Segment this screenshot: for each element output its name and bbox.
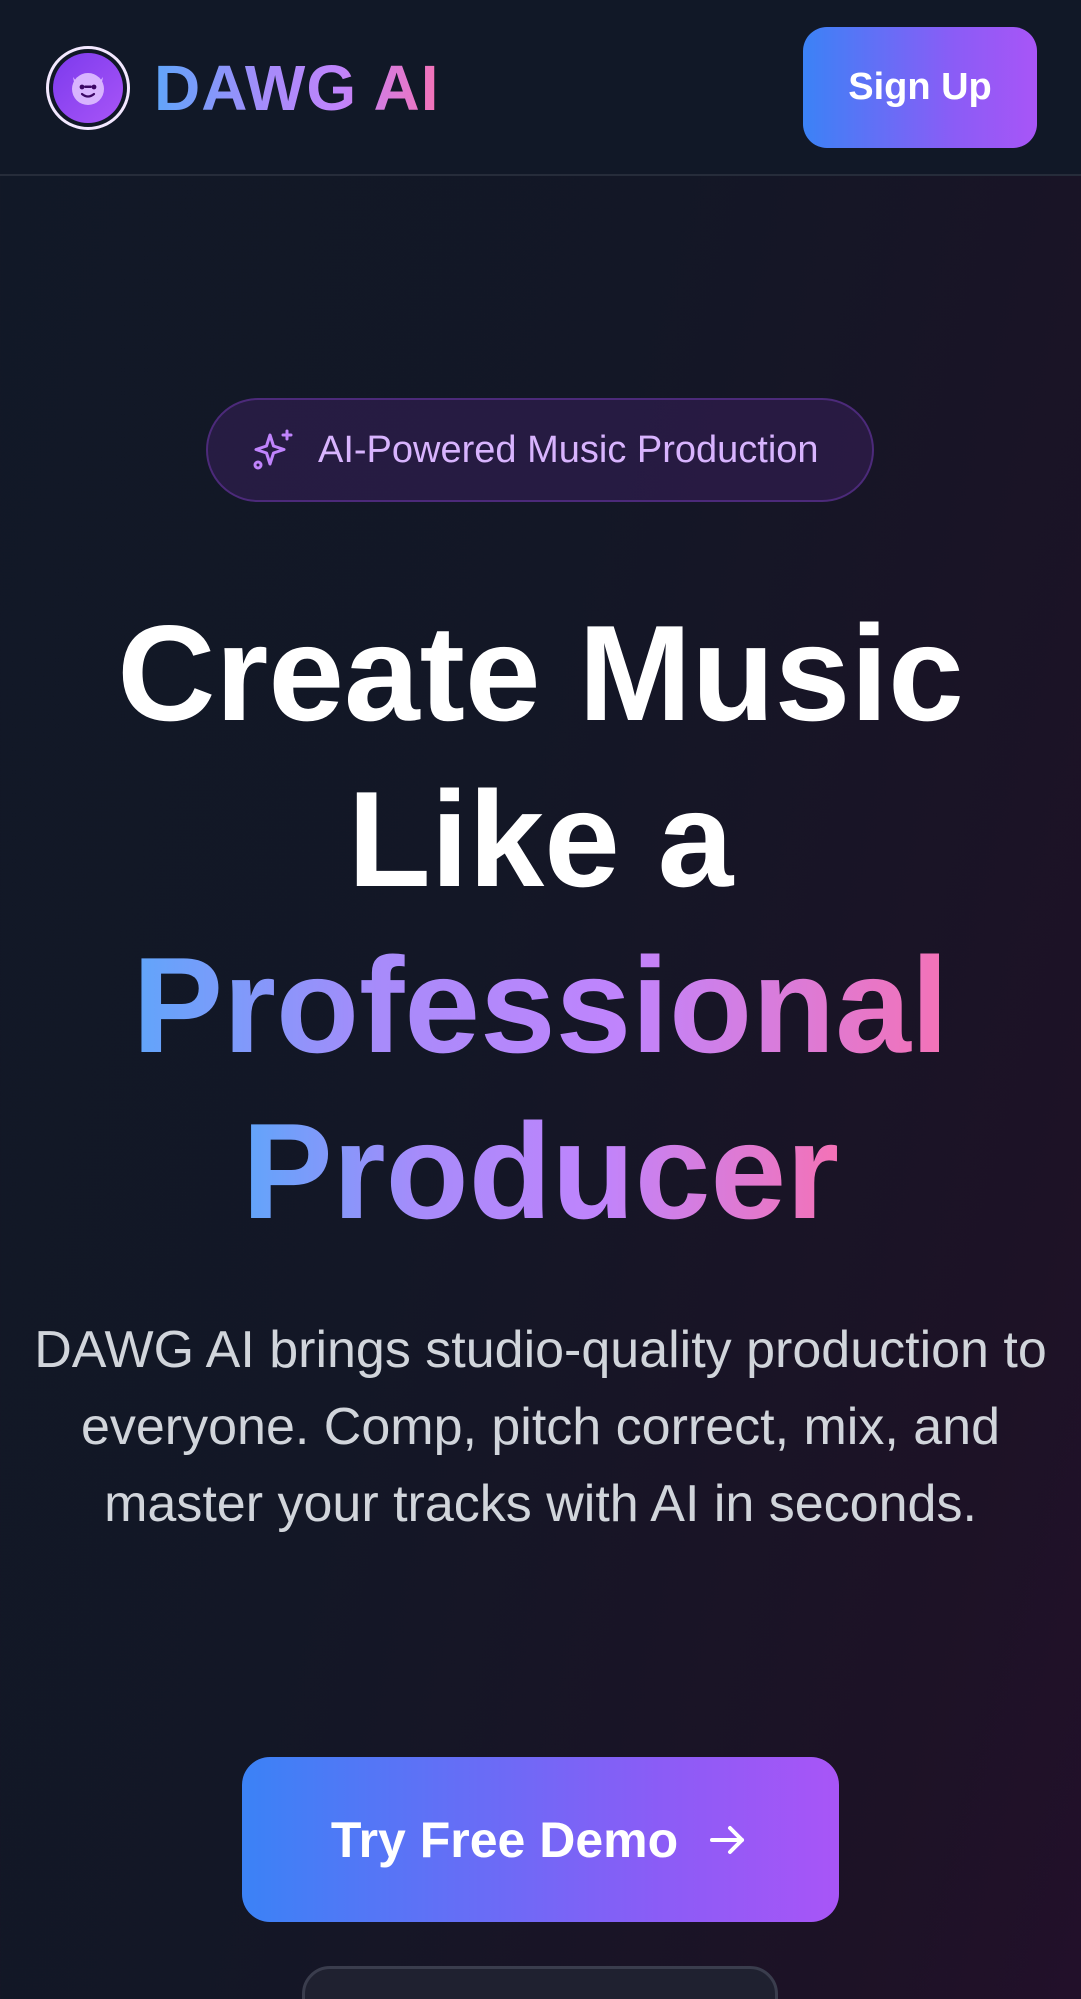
dog-face-icon	[53, 53, 123, 123]
feature-badge: AI-Powered Music Production	[206, 398, 874, 502]
hero-headline: Create Music Like a Professional Produce…	[0, 590, 1081, 1254]
headline-line-1: Create Music	[117, 597, 964, 749]
sign-up-button[interactable]: Sign Up	[803, 27, 1037, 148]
headline-line-2: Like a	[347, 763, 734, 915]
hero-description: DAWG AI brings studio-quality production…	[34, 1321, 1047, 1533]
cta-label: Try Free Demo	[330, 1811, 679, 1868]
arrow-right-icon	[706, 1818, 750, 1862]
sparkles-icon	[250, 427, 296, 473]
secondary-button[interactable]	[302, 1966, 778, 1999]
try-free-demo-button[interactable]: Try Free Demo	[242, 1757, 839, 1922]
top-nav-bar: DAWG AI Sign Up	[0, 0, 1081, 176]
brand-name[interactable]: DAWG AI	[154, 52, 440, 124]
badge-label: AI-Powered Music Production	[318, 428, 819, 471]
headline-highlight-professional: Professional	[132, 922, 948, 1088]
logo-avatar[interactable]	[46, 46, 130, 130]
headline-highlight-producer: Producer	[242, 1088, 839, 1254]
